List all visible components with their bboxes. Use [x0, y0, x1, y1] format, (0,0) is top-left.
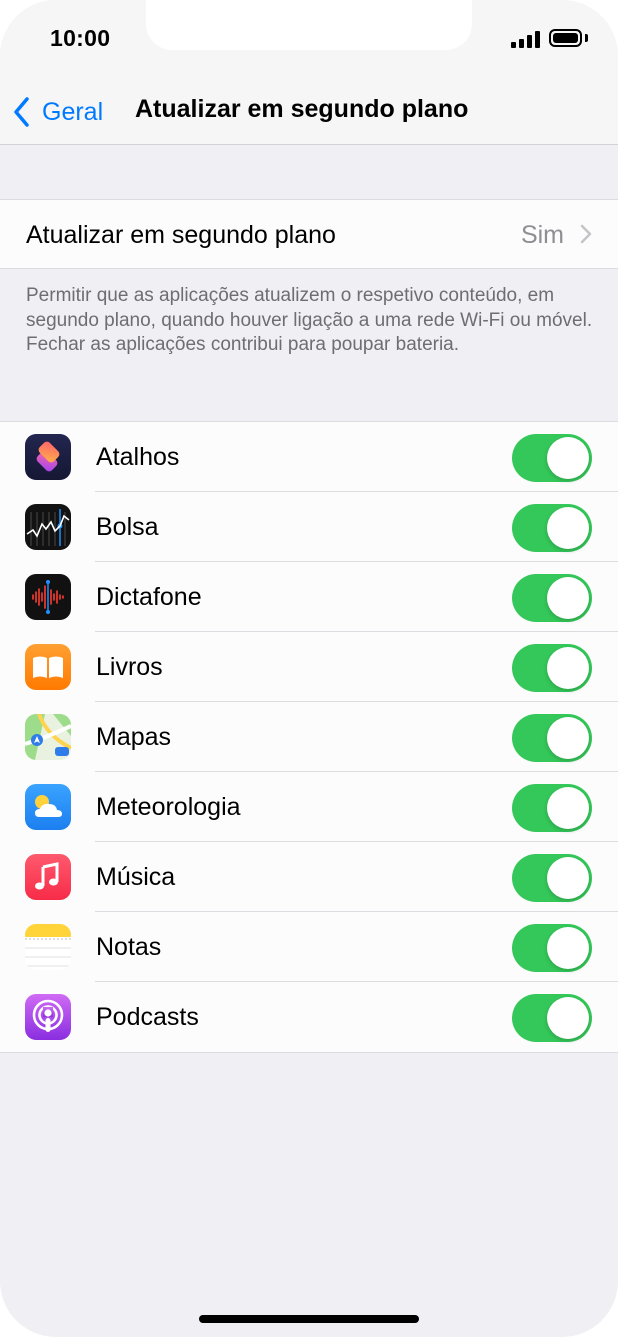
navigation-bar: Geral Atualizar em segundo plano	[0, 80, 618, 145]
toggle-knob	[547, 717, 589, 759]
signal-icon	[511, 30, 541, 48]
battery-tip	[585, 34, 588, 42]
maps-icon	[25, 714, 71, 760]
app-label-podcasts: Podcasts	[96, 1003, 199, 1031]
weather-icon	[25, 784, 71, 830]
app-row-mapas: Mapas	[0, 702, 618, 772]
stocks-icon	[25, 504, 71, 550]
app-label-musica: Música	[96, 863, 176, 891]
app-row-notas: Notas	[0, 912, 618, 982]
app-row-dictafone: Dictafone	[0, 562, 618, 632]
toggle-notas[interactable]	[512, 924, 592, 972]
shortcuts-icon	[25, 434, 71, 480]
page-title: Atualizar em segundo plano	[135, 95, 469, 123]
notch	[146, 0, 472, 50]
app-row-meteorologia: Meteorologia	[0, 772, 618, 842]
toggle-knob	[547, 927, 589, 969]
toggle-knob	[547, 857, 589, 899]
toggle-bolsa[interactable]	[512, 504, 592, 552]
background-refresh-footer: Permitir que as aplicações atualizem o r…	[26, 285, 593, 355]
toggle-knob	[547, 647, 589, 689]
podcasts-icon	[25, 994, 71, 1040]
toggle-knob	[547, 997, 589, 1039]
music-icon	[25, 854, 71, 900]
app-row-bolsa: Bolsa	[0, 492, 618, 562]
toggle-knob	[547, 577, 589, 619]
app-label-bolsa: Bolsa	[96, 513, 159, 541]
app-label-atalhos: Atalhos	[96, 443, 180, 471]
app-label-notas: Notas	[96, 933, 162, 961]
toggle-mapas[interactable]	[512, 714, 592, 762]
background-refresh-group: Atualizar em segundo plano Sim	[0, 199, 618, 269]
status-time: 10:00	[50, 25, 111, 51]
settings-screen: 10:00 Geral Atualizar em segundo plano A…	[0, 0, 618, 1337]
chevron-left-icon	[14, 97, 29, 127]
chevron-right-icon	[580, 224, 592, 244]
toggle-meteorologia[interactable]	[512, 784, 592, 832]
back-label: Geral	[42, 97, 104, 126]
background-refresh-row[interactable]: Atualizar em segundo plano Sim	[0, 200, 618, 268]
background-refresh-value: Sim	[520, 221, 564, 249]
app-row-podcasts: Podcasts	[0, 982, 618, 1052]
app-label-dictafone: Dictafone	[96, 583, 202, 611]
app-label-meteorologia: Meteorologia	[96, 793, 241, 821]
status-bar: 10:00	[0, 0, 618, 80]
voice-memos-icon	[25, 574, 71, 620]
toggle-livros[interactable]	[512, 644, 592, 692]
toggle-knob	[547, 787, 589, 829]
toggle-knob	[547, 437, 589, 479]
back-button[interactable]: Geral	[12, 92, 103, 132]
toggle-dictafone[interactable]	[512, 574, 592, 622]
app-row-atalhos: Atalhos	[0, 422, 618, 492]
app-list: Atalhos Bolsa Dictafone Livros Mapas Met…	[0, 421, 618, 1053]
battery-icon	[549, 29, 582, 47]
app-label-mapas: Mapas	[96, 723, 172, 751]
app-label-livros: Livros	[96, 653, 163, 681]
app-row-musica: Música	[0, 842, 618, 912]
books-icon	[25, 644, 71, 690]
toggle-musica[interactable]	[512, 854, 592, 902]
app-row-livros: Livros	[0, 632, 618, 702]
notes-icon	[25, 924, 71, 970]
toggle-atalhos[interactable]	[512, 434, 592, 482]
home-indicator[interactable]	[199, 1315, 419, 1323]
toggle-knob	[547, 507, 589, 549]
background-refresh-label: Atualizar em segundo plano	[26, 221, 336, 249]
toggle-podcasts[interactable]	[512, 994, 592, 1042]
